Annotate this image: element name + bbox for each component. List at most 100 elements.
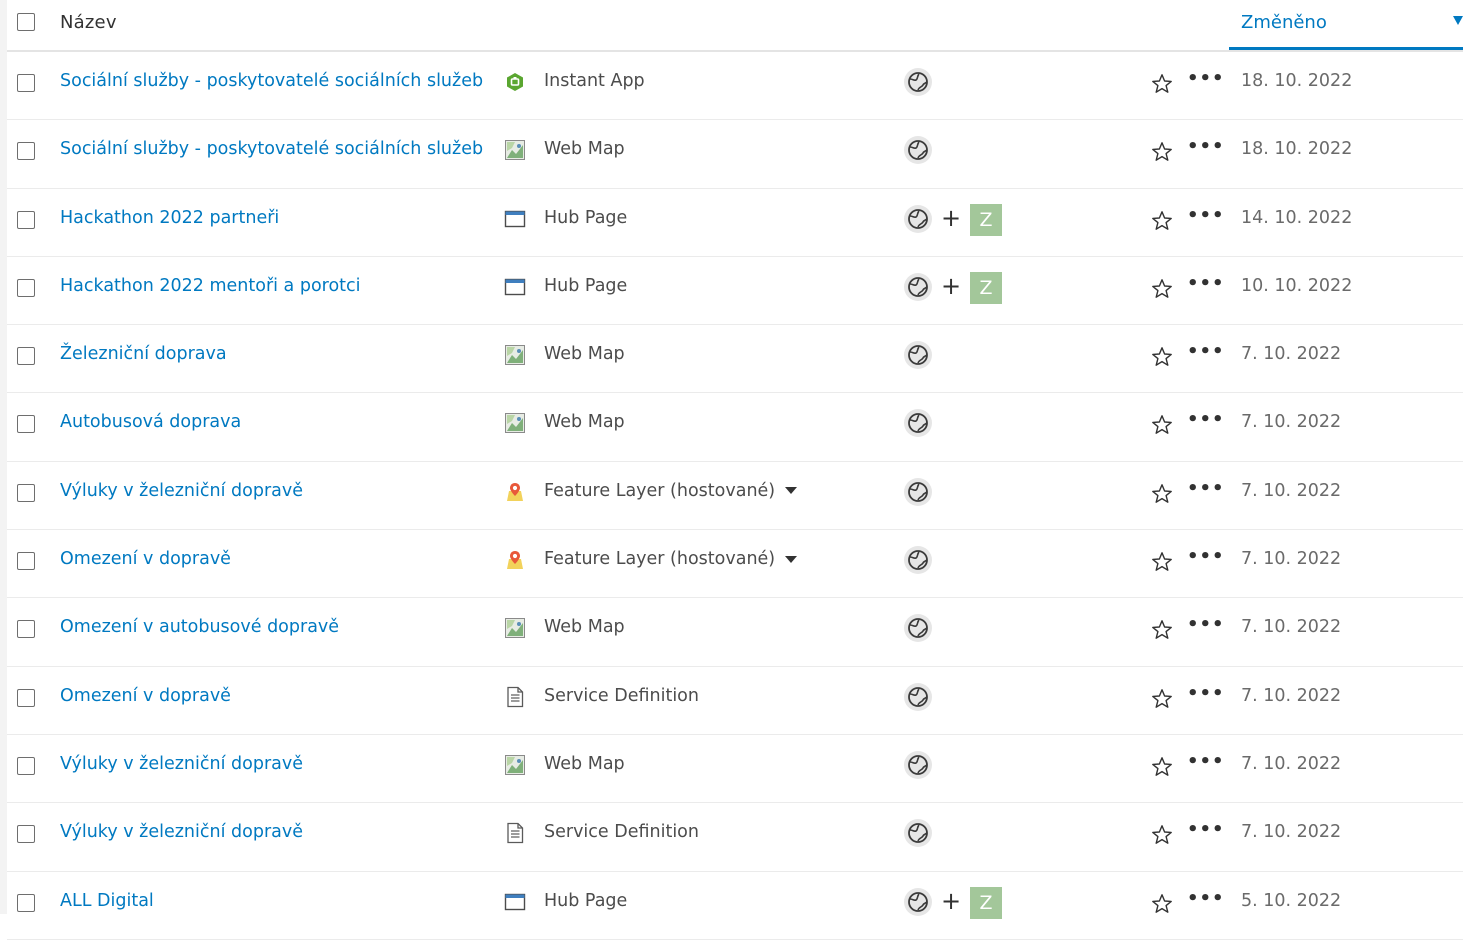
more-options-button[interactable]: •••: [1187, 888, 1225, 909]
table-header: Název Změněno: [7, 0, 1463, 52]
table-row: Omezení v dopravě Feature Layer (hostovan…: [7, 530, 1463, 599]
row-checkbox[interactable]: [17, 483, 35, 502]
more-options-button[interactable]: •••: [1187, 409, 1225, 430]
row-checkbox[interactable]: [17, 688, 35, 707]
table-row: Železniční doprava Web Map ••• 7. 10. 2022: [7, 325, 1463, 394]
modified-date: 7. 10. 2022: [1241, 617, 1342, 638]
item-type: Instant App: [544, 71, 645, 91]
globe-sharing-icon: [903, 818, 933, 848]
item-type-label: Web Map: [544, 139, 625, 160]
modified-date: 7. 10. 2022: [1241, 480, 1342, 501]
item-title-link[interactable]: Omezení v autobusové dopravě: [60, 617, 339, 637]
table-row: Sociální služby - poskytovatelé sociální…: [7, 52, 1463, 121]
favorite-star-icon[interactable]: [1150, 140, 1174, 164]
group-badge: Z: [970, 203, 1002, 236]
row-checkbox[interactable]: [17, 210, 35, 229]
favorite-star-icon[interactable]: [1150, 72, 1174, 96]
item-type: Web Map: [544, 344, 625, 364]
item-type-label: Hub Page: [544, 890, 628, 911]
service-definition-icon: [504, 822, 526, 844]
item-title-link[interactable]: Hackathon 2022 partneři: [60, 208, 279, 228]
favorite-star-icon[interactable]: [1150, 892, 1174, 916]
favorite-star-icon[interactable]: [1150, 413, 1174, 437]
globe-sharing-icon: [903, 204, 933, 234]
more-options-button[interactable]: •••: [1187, 614, 1225, 635]
favorite-star-icon[interactable]: [1150, 618, 1174, 642]
more-options-button[interactable]: •••: [1187, 683, 1225, 704]
item-type: Hub Page: [544, 208, 627, 228]
select-all-checkbox[interactable]: [17, 13, 35, 31]
row-checkbox[interactable]: [17, 74, 35, 92]
item-type-label: Service Definition: [544, 685, 699, 706]
row-checkbox[interactable]: [17, 756, 35, 775]
item-type-label: Feature Layer (hostované): [544, 549, 776, 570]
favorite-star-icon[interactable]: [1150, 345, 1174, 369]
globe-sharing-icon: [903, 887, 933, 917]
more-options-button[interactable]: •••: [1187, 819, 1225, 840]
favorite-star-icon[interactable]: [1150, 277, 1174, 301]
more-options-button[interactable]: •••: [1187, 341, 1225, 362]
item-type: Web Map: [544, 617, 625, 637]
item-type-label: Web Map: [544, 753, 625, 774]
row-checkbox[interactable]: [17, 142, 35, 161]
item-title-link[interactable]: ALL Digital: [60, 891, 154, 911]
item-type-label: Web Map: [544, 412, 625, 433]
globe-sharing-icon: [903, 545, 933, 575]
table-row: Autobusová doprava Web Map ••• 7. 10. 2022: [7, 393, 1463, 462]
item-title-link[interactable]: Výluky v železniční dopravě: [60, 754, 303, 774]
favorite-star-icon[interactable]: [1150, 755, 1174, 779]
row-checkbox[interactable]: [17, 278, 35, 297]
type-dropdown-caret-icon[interactable]: [785, 555, 798, 563]
favorite-star-icon[interactable]: [1150, 687, 1174, 711]
row-checkbox[interactable]: [17, 893, 35, 912]
globe-sharing-icon: [903, 477, 933, 507]
table-row: Hackathon 2022 mentoři a porotci Hub Page…: [7, 257, 1463, 326]
column-header-modified[interactable]: Změněno: [1229, 0, 1463, 50]
modified-date: 14. 10. 2022: [1241, 207, 1353, 228]
item-title-link[interactable]: Sociální služby - poskytovatelé sociální…: [60, 139, 483, 159]
item-title-link[interactable]: Omezení v dopravě: [60, 686, 231, 706]
item-title-link[interactable]: Železniční doprava: [60, 344, 227, 364]
item-title-link[interactable]: Sociální služby - poskytovatelé sociální…: [60, 71, 483, 91]
favorite-star-icon[interactable]: [1150, 823, 1174, 847]
item-title-link[interactable]: Autobusová doprava: [60, 412, 241, 432]
type-dropdown-caret-icon[interactable]: [785, 487, 798, 495]
favorite-star-icon[interactable]: [1150, 550, 1174, 574]
item-type: Feature Layer (hostované): [544, 481, 798, 501]
more-options-button[interactable]: •••: [1187, 751, 1225, 772]
more-options-button[interactable]: •••: [1187, 136, 1225, 157]
favorite-star-icon[interactable]: [1150, 209, 1174, 233]
more-options-button[interactable]: •••: [1187, 273, 1225, 294]
row-checkbox[interactable]: [17, 347, 35, 366]
row-checkbox[interactable]: [17, 415, 35, 434]
item-type-label: Instant App: [544, 71, 645, 91]
globe-sharing-icon: [903, 340, 933, 370]
hub-page-icon: [504, 276, 526, 298]
table-row: ALL Digital Hub Page + Z ••• 5. 10. 2022: [7, 872, 1463, 940]
web-map-icon: [504, 617, 526, 639]
item-title-link[interactable]: Hackathon 2022 mentoři a porotci: [60, 276, 361, 296]
sort-descending-icon[interactable]: [1453, 16, 1463, 25]
row-checkbox[interactable]: [17, 825, 35, 844]
globe-sharing-icon: [903, 135, 933, 165]
item-type-label: Web Map: [544, 617, 625, 638]
column-header-name[interactable]: Název: [60, 12, 117, 33]
item-type: Hub Page: [544, 276, 627, 296]
modified-date: 18. 10. 2022: [1241, 139, 1353, 160]
item-title-link[interactable]: Omezení v dopravě: [60, 549, 231, 569]
more-options-button[interactable]: •••: [1187, 546, 1225, 567]
row-checkbox[interactable]: [17, 552, 35, 571]
modified-date: 7. 10. 2022: [1241, 344, 1342, 365]
item-title-link[interactable]: Výluky v železniční dopravě: [60, 481, 303, 501]
service-definition-icon: [504, 686, 526, 708]
item-type: Service Definition: [544, 822, 699, 842]
more-options-button[interactable]: •••: [1187, 68, 1225, 89]
globe-sharing-icon: [903, 408, 933, 438]
plus-icon: +: [941, 271, 962, 300]
row-checkbox[interactable]: [17, 620, 35, 639]
plus-icon: +: [941, 203, 962, 232]
item-title-link[interactable]: Výluky v železniční dopravě: [60, 822, 303, 842]
favorite-star-icon[interactable]: [1150, 482, 1174, 506]
more-options-button[interactable]: •••: [1187, 205, 1225, 226]
more-options-button[interactable]: •••: [1187, 478, 1225, 499]
